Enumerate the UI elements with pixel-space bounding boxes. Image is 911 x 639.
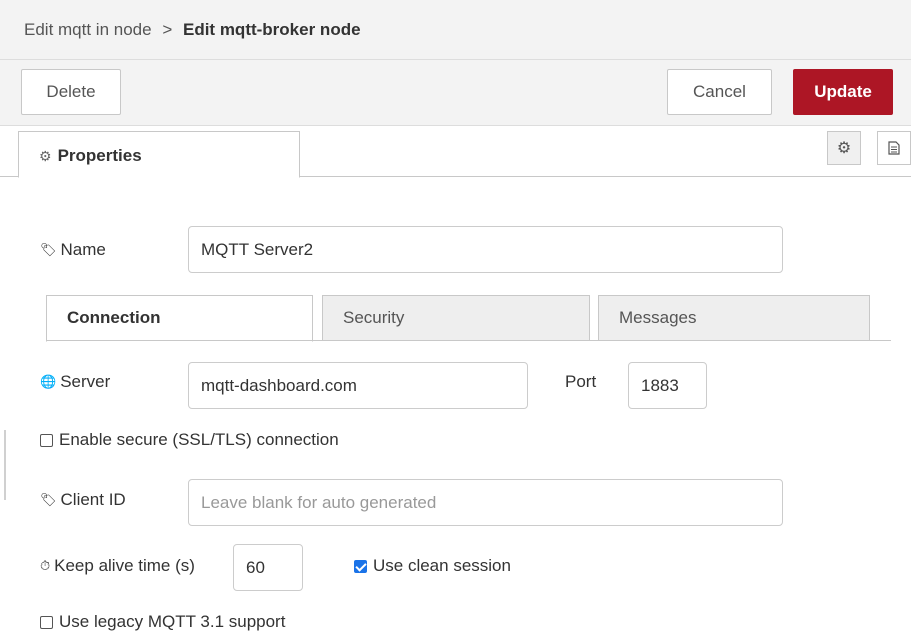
tab-properties[interactable]: ⚙ Properties (18, 131, 300, 178)
server-input[interactable]: mqtt-dashboard.com (188, 362, 528, 409)
server-label-text: Server (60, 372, 111, 391)
name-label: 🏷 Name (40, 240, 106, 260)
ssl-checkbox-label: Enable secure (SSL/TLS) connection (59, 430, 339, 449)
tag-icon: 🏷 (40, 242, 57, 257)
globe-icon: 🌐 (40, 374, 57, 389)
page-title: Edit mqtt-broker node (182, 20, 361, 39)
legacy-option[interactable]: Use legacy MQTT 3.1 support (40, 612, 285, 632)
update-button[interactable]: Update (793, 69, 893, 115)
name-label-text: Name (60, 240, 106, 259)
clean-session-label: Use clean session (373, 556, 511, 575)
resize-handle[interactable] (4, 430, 6, 500)
client-id-label: 🏷 Client ID (40, 490, 126, 510)
clean-session-option[interactable]: Use clean session (354, 556, 511, 576)
breadcrumb-parent[interactable]: Edit mqtt in node (24, 20, 152, 39)
breadcrumb-separator: > (162, 20, 173, 39)
tray-toolbar: Delete Cancel Update (0, 60, 911, 126)
server-label: 🌐 Server (40, 372, 110, 392)
file-text-icon (888, 141, 900, 155)
tag-icon: 🏷 (40, 492, 57, 507)
keepalive-label: ⏱ Keep alive time (s) (40, 556, 195, 576)
tray-header: Edit mqtt in node > Edit mqtt-broker nod… (0, 0, 911, 60)
description-tab-button[interactable] (877, 131, 911, 165)
clean-session-checkbox[interactable] (354, 559, 367, 573)
legacy-checkbox[interactable] (40, 615, 53, 629)
clock-icon: ⏱ (40, 558, 51, 573)
delete-button[interactable]: Delete (21, 69, 121, 115)
name-input[interactable]: MQTT Server2 (188, 226, 783, 273)
client-id-label-text: Client ID (60, 490, 126, 509)
ssl-option[interactable]: Enable secure (SSL/TLS) connection (40, 430, 339, 450)
port-input[interactable]: 1883 (628, 362, 707, 409)
port-label: Port (565, 372, 597, 391)
tab-security[interactable]: Security (322, 295, 590, 341)
subtabs-divider (46, 340, 891, 341)
legacy-checkbox-label: Use legacy MQTT 3.1 support (59, 612, 286, 631)
tab-bar: ⚙ Properties ⚙ (0, 127, 911, 178)
gear-icon: ⚙ (836, 140, 852, 157)
client-id-input[interactable]: Leave blank for auto generated (188, 479, 783, 526)
ssl-checkbox[interactable] (40, 433, 53, 447)
keepalive-label-text: Keep alive time (s) (54, 556, 195, 575)
tab-messages[interactable]: Messages (598, 295, 870, 341)
keepalive-input[interactable]: 60 (233, 544, 303, 591)
tab-connection[interactable]: Connection (46, 295, 313, 342)
settings-tab-button[interactable]: ⚙ (827, 131, 861, 165)
cancel-button[interactable]: Cancel (667, 69, 772, 115)
gear-icon: ⚙ (39, 148, 52, 164)
tab-properties-label: Properties (57, 146, 142, 165)
